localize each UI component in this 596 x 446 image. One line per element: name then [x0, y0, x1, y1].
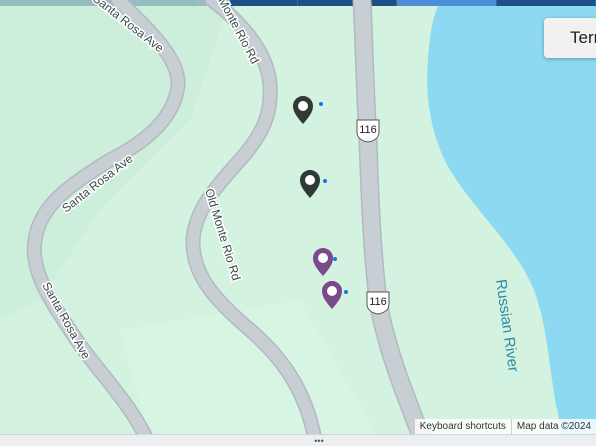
map-canvas[interactable]: Santa Rosa Ave Santa Rosa Ave Santa Rosa…: [0, 0, 596, 446]
map-marker-3[interactable]: [313, 248, 337, 276]
map-attribution: Keyboard shortcuts Map data ©2024: [414, 419, 596, 434]
map-marker-1[interactable]: [293, 96, 323, 124]
road-label-santa-rosa-ave-low: Santa Rosa Ave: [39, 280, 93, 362]
keyboard-shortcuts-link[interactable]: Keyboard shortcuts: [415, 419, 511, 434]
bottom-resize-bar: •••: [0, 434, 596, 446]
highway-shield-116-top: 116: [356, 119, 380, 143]
map-data-link[interactable]: Map data ©2024: [510, 419, 596, 434]
svg-text:116: 116: [369, 296, 387, 308]
map-marker-2[interactable]: [300, 170, 327, 198]
russian-river: [427, 6, 596, 446]
resize-grip-icon[interactable]: •••: [311, 437, 327, 446]
water-label-russian-river: Russian River: [492, 278, 522, 373]
road-label-old-monte-rio-rd: Old Monte Rio Rd: [202, 187, 243, 282]
highway-shield-116-bottom: 116: [366, 291, 390, 315]
terrain-button[interactable]: Terrain: [544, 18, 596, 58]
map-marker-4[interactable]: [322, 281, 348, 309]
svg-text:116: 116: [359, 124, 377, 136]
map-layer: Santa Rosa Ave Santa Rosa Ave Santa Rosa…: [0, 0, 596, 446]
